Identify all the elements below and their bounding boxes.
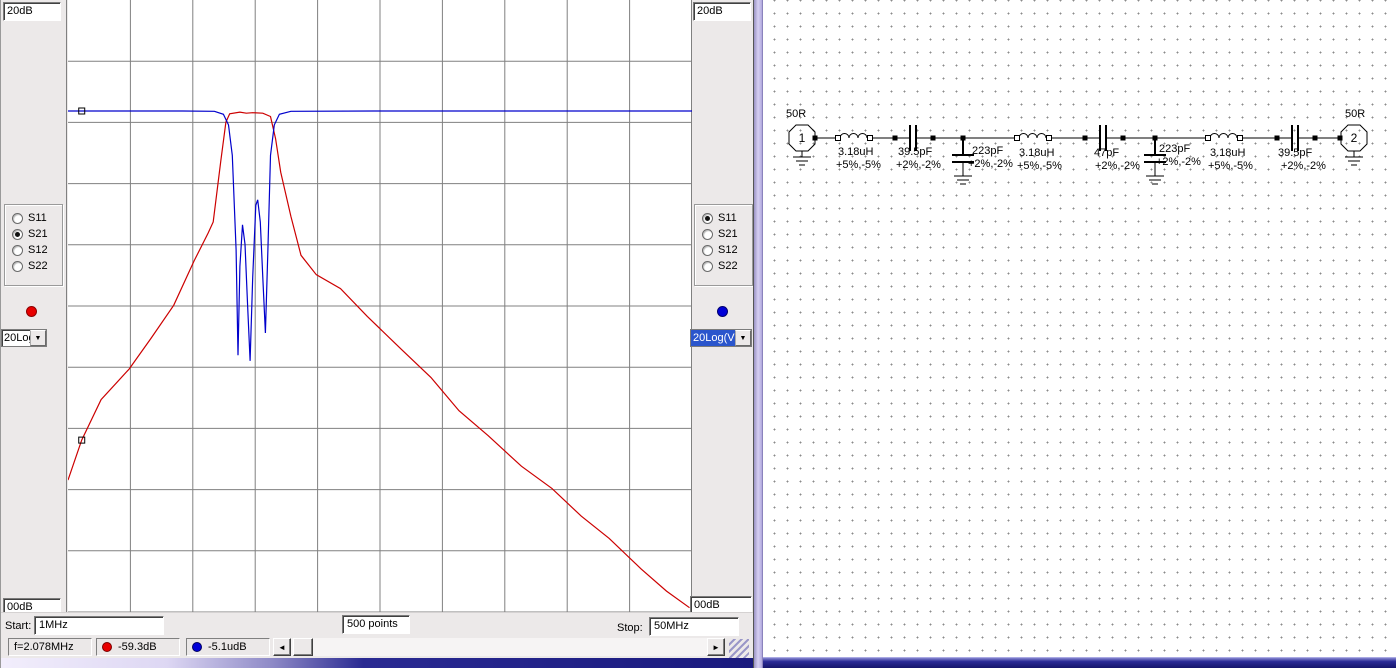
port1-number[interactable]: 1 xyxy=(794,131,810,145)
blue-marker-readout: -5.1udB xyxy=(186,638,270,656)
port2-number[interactable]: 2 xyxy=(1346,131,1362,145)
marker-scrollbar-thumb[interactable] xyxy=(293,638,313,656)
left-format-combobox[interactable]: 20Log(V ▼ xyxy=(1,329,47,347)
radio-selected-icon[interactable] xyxy=(12,229,23,240)
radio-icon[interactable] xyxy=(12,245,23,256)
marker-scroll-left-button[interactable]: ◄ xyxy=(273,638,291,656)
left-top-scale-field[interactable]: 20dB xyxy=(3,2,61,21)
right-format-combobox[interactable]: 20Log(V ▼ xyxy=(690,329,752,347)
inductor3-tolerance[interactable]: +5%,-5% xyxy=(1208,160,1253,172)
left-axis-strip: 20dB S11 S21 S12 S22 xyxy=(1,0,67,612)
marker-frequency-readout: f=2.078MHz xyxy=(8,638,92,656)
capacitor3-value[interactable]: 39.5pF xyxy=(1278,147,1312,159)
graph-window: 20dB S11 S21 S12 S22 xyxy=(0,0,755,668)
schematic-window-bottom-edge xyxy=(763,657,1396,668)
radio-selected-icon[interactable] xyxy=(702,213,713,224)
window-frame-divider xyxy=(753,0,763,668)
capacitor2-value[interactable]: 47pF xyxy=(1094,147,1119,159)
right-radio-s22[interactable]: S22 xyxy=(695,258,752,274)
inductor1-value[interactable]: 3.18uH xyxy=(838,146,873,158)
left-radio-s12[interactable]: S12 xyxy=(5,242,62,258)
right-axis-strip: 20dB S11 S21 S12 S22 xyxy=(692,0,756,612)
port1-impedance-label[interactable]: 50R xyxy=(786,108,806,120)
shunt-capacitor1-tolerance[interactable]: +2%,-2% xyxy=(968,158,1013,170)
capacitor1-value[interactable]: 39.5pF xyxy=(898,146,932,158)
window-resize-grip[interactable] xyxy=(729,639,749,658)
capacitor1-tolerance[interactable]: +2%,-2% xyxy=(896,159,941,171)
red-marker-dot-icon xyxy=(102,642,112,652)
radio-icon[interactable] xyxy=(12,261,23,272)
start-label: Start: xyxy=(5,620,31,632)
stop-label: Stop: xyxy=(617,622,643,634)
right-radio-s21[interactable]: S21 xyxy=(695,226,752,242)
sparameter-plot[interactable] xyxy=(68,0,692,612)
sweep-settings-bar: Start: 1MHz 500 points Stop: 50MHz xyxy=(1,612,756,637)
stop-frequency-input[interactable]: 50MHz xyxy=(649,617,739,636)
left-radio-s22[interactable]: S22 xyxy=(5,258,62,274)
schematic-panel[interactable]: 50R 1 50R 2 3.18uH +5%,-5% 39.5pF +2%,-2… xyxy=(763,0,1396,668)
blue-trace-color-dot xyxy=(717,306,728,317)
right-sparam-group: S11 S21 S12 S22 xyxy=(694,204,753,286)
radio-icon[interactable] xyxy=(702,245,713,256)
left-radio-s21[interactable]: S21 xyxy=(5,226,62,242)
marker-readout-bar: f=2.078MHz -59.3dB -5.1udB ◄ ► xyxy=(1,637,756,658)
shunt-capacitor2-tolerance[interactable]: +2%,-2% xyxy=(1156,156,1201,168)
right-radio-s12[interactable]: S12 xyxy=(695,242,752,258)
left-radio-s11[interactable]: S11 xyxy=(5,210,62,226)
capacitor3-tolerance[interactable]: +2%,-2% xyxy=(1281,160,1326,172)
red-marker-readout: -59.3dB xyxy=(96,638,180,656)
shunt-capacitor2-value[interactable]: 223pF xyxy=(1159,143,1190,155)
chevron-down-icon[interactable]: ▼ xyxy=(30,330,46,346)
inductor3-value[interactable]: 3.18uH xyxy=(1210,147,1245,159)
inductor2-tolerance[interactable]: +5%,-5% xyxy=(1017,160,1062,172)
marker-scroll-right-button[interactable]: ► xyxy=(707,638,725,656)
start-frequency-input[interactable]: 1MHz xyxy=(34,616,164,635)
schematic-canvas[interactable] xyxy=(763,0,1396,220)
capacitor2-tolerance[interactable]: +2%,-2% xyxy=(1095,160,1140,172)
inductor1-tolerance[interactable]: +5%,-5% xyxy=(836,159,881,171)
red-trace-color-dot xyxy=(26,306,37,317)
right-radio-s11[interactable]: S11 xyxy=(695,210,752,226)
inductor2-value[interactable]: 3.18uH xyxy=(1019,147,1054,159)
window-bottom-edge xyxy=(1,658,756,668)
right-top-scale-field[interactable]: 20dB xyxy=(693,2,751,21)
radio-icon[interactable] xyxy=(702,261,713,272)
blue-marker-dot-icon xyxy=(192,642,202,652)
rf-sim-app: 20dB S11 S21 S12 S22 xyxy=(0,0,1396,668)
radio-icon[interactable] xyxy=(12,213,23,224)
chevron-down-icon[interactable]: ▼ xyxy=(735,330,751,346)
plot-canvas[interactable] xyxy=(68,0,692,612)
radio-icon[interactable] xyxy=(702,229,713,240)
shunt-capacitor1-value[interactable]: 223pF xyxy=(972,145,1003,157)
marker-scrollbar-track[interactable] xyxy=(291,638,707,656)
points-input[interactable]: 500 points xyxy=(342,615,410,634)
left-sparam-group: S11 S21 S12 S22 xyxy=(4,204,63,286)
port2-impedance-label[interactable]: 50R xyxy=(1345,108,1365,120)
